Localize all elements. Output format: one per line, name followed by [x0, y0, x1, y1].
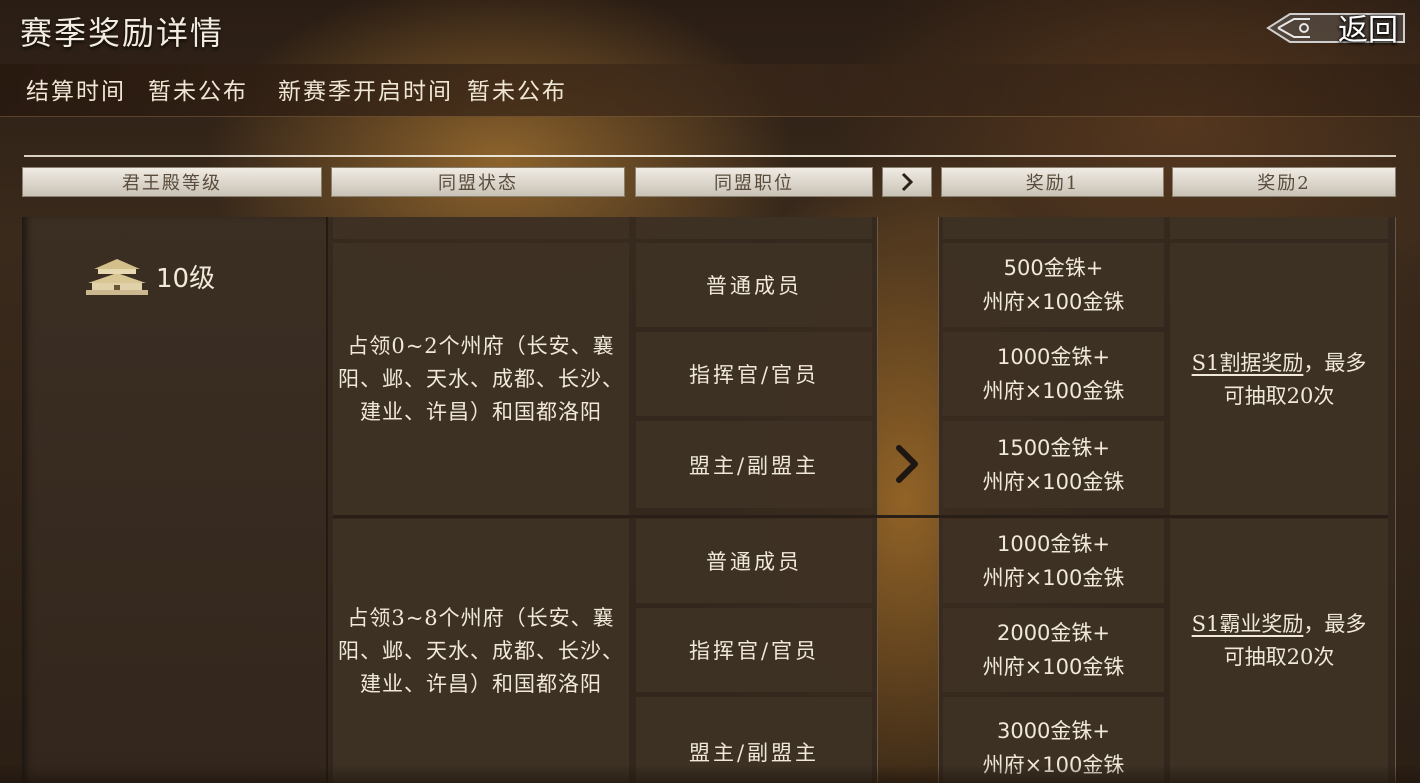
reward1-line2: 州府×100金铢 — [982, 566, 1125, 590]
alliance-status-cell: 占领0~2个州府（长安、襄阳、邺、天水、成都、长沙、建业、许昌）和国都洛阳 — [333, 243, 629, 516]
reward1-cell: 1000金铢+ 州府×100金铢 — [943, 519, 1164, 603]
reward2-rest: ，最多 — [1303, 612, 1367, 636]
reward1-line1: 1000金铢+ — [996, 532, 1111, 556]
level-badge: 10级 — [84, 256, 215, 296]
new-season-label: 新赛季开启时间 — [278, 79, 453, 105]
alliance-status-cell: 占领3~8个州府（长安、襄阳、邺、天水、成都、长沙、建业、许昌）和国都洛阳 — [333, 519, 629, 783]
reward1-line2: 州府×100金铢 — [982, 379, 1125, 403]
level-column — [22, 217, 328, 783]
back-label: 返回 — [1338, 13, 1398, 48]
partial-row-cell — [1170, 217, 1388, 239]
chevron-right-icon — [901, 172, 914, 192]
time-row: 结算时间 暂未公布 新赛季开启时间 暂未公布 — [26, 72, 567, 106]
reward1-line1: 3000金铢+ — [996, 719, 1111, 743]
partial-row-cell — [636, 217, 872, 239]
column-header-level: 君王殿等级 — [22, 167, 322, 197]
reward2-cell: S1霸业奖励，最多 可抽取20次 — [1170, 519, 1388, 783]
group-separator — [333, 515, 1388, 518]
partial-row-cell — [333, 217, 629, 239]
season-reward-screen: 赛季奖励详情 返回 结算时间 暂未公布 新赛季开启时间 暂未公布 君王殿等级 同… — [0, 0, 1420, 783]
reward1-line1: 1500金铢+ — [996, 435, 1111, 460]
role-cell: 指挥官/官员 — [636, 332, 872, 416]
bottom-fade — [0, 765, 1420, 783]
reward1-cell: 500金铢+ 州府×100金铢 — [943, 243, 1164, 327]
settle-label: 结算时间 — [26, 79, 126, 105]
reward2-link[interactable]: S1霸业奖励 — [1192, 612, 1304, 636]
reward1-line2: 州府×100金铢 — [982, 655, 1125, 679]
reward1-line2: 州府×100金铢 — [982, 290, 1125, 314]
column-header-reward1: 奖励1 — [941, 167, 1164, 197]
role-cell: 盟主/副盟主 — [636, 421, 872, 508]
reward1-line1: 500金铢+ — [1003, 256, 1104, 280]
level-text: 10级 — [156, 263, 216, 294]
column-expand-button[interactable] — [882, 167, 932, 197]
reward1-cell: 1000金铢+ 州府×100金铢 — [943, 332, 1164, 416]
scroll-right-arrow-icon[interactable] — [893, 440, 921, 488]
reward2-cell: S1割据奖励，最多 可抽取20次 — [1170, 243, 1388, 516]
reward1-cell: 1500金铢+ 州府×100金铢 — [943, 421, 1164, 508]
palace-icon — [86, 259, 148, 295]
reward2-line2: 可抽取20次 — [1223, 383, 1335, 408]
back-button[interactable]: 返回 — [1264, 4, 1410, 50]
page-title: 赛季奖励详情 — [20, 14, 225, 52]
reward2-line2: 可抽取20次 — [1223, 645, 1335, 669]
partial-row-cell — [943, 217, 1164, 239]
settle-value: 暂未公布 — [148, 79, 248, 105]
role-cell: 普通成员 — [636, 519, 872, 603]
reward1-cell: 2000金铢+ 州府×100金铢 — [943, 608, 1164, 692]
column-header-reward2: 奖励2 — [1172, 167, 1396, 197]
divider — [24, 155, 1396, 157]
reward1-line2: 州府×100金铢 — [982, 469, 1125, 494]
role-cell: 指挥官/官员 — [636, 608, 872, 692]
column-header-alliance-status: 同盟状态 — [331, 167, 625, 197]
new-season-value: 暂未公布 — [467, 79, 567, 105]
reward2-rest: ，最多 — [1303, 350, 1367, 375]
reward1-line1: 1000金铢+ — [996, 345, 1111, 369]
role-cell: 普通成员 — [636, 243, 872, 327]
reward2-link[interactable]: S1割据奖励 — [1192, 351, 1304, 375]
reward1-line1: 2000金铢+ — [996, 621, 1111, 645]
column-header-alliance-role: 同盟职位 — [635, 167, 873, 197]
